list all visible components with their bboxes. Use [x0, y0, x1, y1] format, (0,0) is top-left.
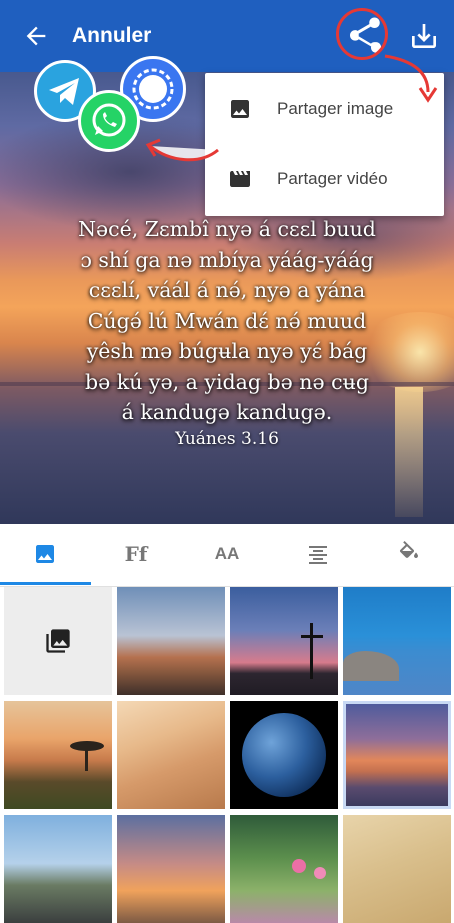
share-menu: Partager image Partager vidéo	[205, 73, 444, 216]
whatsapp-icon[interactable]	[78, 90, 140, 152]
verse-line: bə kú yə, a yidag bə nə cʉg	[85, 369, 369, 394]
background-mountain-sunset[interactable]	[117, 815, 225, 923]
editor-tabs: Ff AA	[0, 524, 454, 587]
share-image-label: Partager image	[277, 99, 394, 118]
cross-beam	[301, 635, 323, 638]
tab-text-size[interactable]: AA	[182, 524, 272, 586]
cross-icon	[310, 623, 313, 679]
download-icon[interactable]	[408, 20, 440, 52]
tab-font[interactable]: Ff	[91, 524, 181, 586]
tab-alignment[interactable]	[273, 524, 363, 586]
verse-reference: Yuánes 3.16	[175, 429, 279, 449]
share-video-item[interactable]: Partager vidéo	[205, 145, 444, 213]
verse-text: Nəcé, Zɛmbî nyə á cɛɛl buud ɔ shí ga nə …	[20, 214, 434, 428]
background-cross-sunset[interactable]	[230, 587, 338, 695]
align-center-icon	[309, 546, 327, 564]
share-image-item[interactable]: Partager image	[205, 75, 444, 143]
image-icon	[36, 545, 54, 563]
rock	[343, 651, 399, 681]
verse-line: Nəcé, Zɛmbî nyə á cɛɛl buud	[78, 217, 376, 241]
text-size-icon: AA	[214, 544, 240, 563]
background-wheat-field[interactable]	[343, 815, 451, 923]
tree-trunk	[85, 749, 88, 771]
tab-color[interactable]	[364, 524, 454, 586]
flower	[292, 859, 306, 873]
gallery-picker-tile[interactable]	[4, 587, 112, 695]
cancel-button[interactable]: Annuler	[72, 24, 151, 48]
background-pink-flowers[interactable]	[230, 815, 338, 923]
background-earth-globe[interactable]	[230, 701, 338, 809]
verse-line: yêsh mə búgʉla nyə yɛ́ bág	[86, 339, 368, 363]
background-sand-dunes[interactable]	[117, 701, 225, 809]
background-rocky-sea[interactable]	[343, 587, 451, 695]
paint-bucket-icon	[399, 541, 418, 558]
image-icon	[231, 100, 249, 118]
background-sea-sunset[interactable]	[343, 701, 451, 809]
video-icon	[230, 171, 250, 187]
arrow-left-icon[interactable]	[20, 22, 52, 50]
verse-line: Cúgə́ lú Mwán dɛ́ nə́ muud	[87, 308, 367, 333]
active-tab-indicator	[0, 582, 91, 585]
verse-line: cɛɛlí, váál á nə́, nyə a yána	[88, 278, 366, 302]
whatsapp-phone-icon	[92, 103, 126, 137]
verse-line: á kandugə kandugə.	[121, 400, 333, 424]
gallery-picker-icon	[46, 629, 70, 653]
background-road-landscape[interactable]	[4, 815, 112, 923]
background-desert-mountains[interactable]	[117, 587, 225, 695]
tab-background[interactable]	[0, 524, 90, 586]
verse-line: ɔ shí ga nə mbíya yáág-yáág	[80, 247, 374, 272]
background-savanna-tree-sunset[interactable]	[4, 701, 112, 809]
share-video-label: Partager vidéo	[277, 169, 388, 188]
globe	[242, 713, 326, 797]
share-highlight-ring	[336, 8, 388, 60]
font-icon: Ff	[124, 542, 148, 566]
background-grid	[0, 587, 454, 923]
flower	[314, 867, 326, 879]
